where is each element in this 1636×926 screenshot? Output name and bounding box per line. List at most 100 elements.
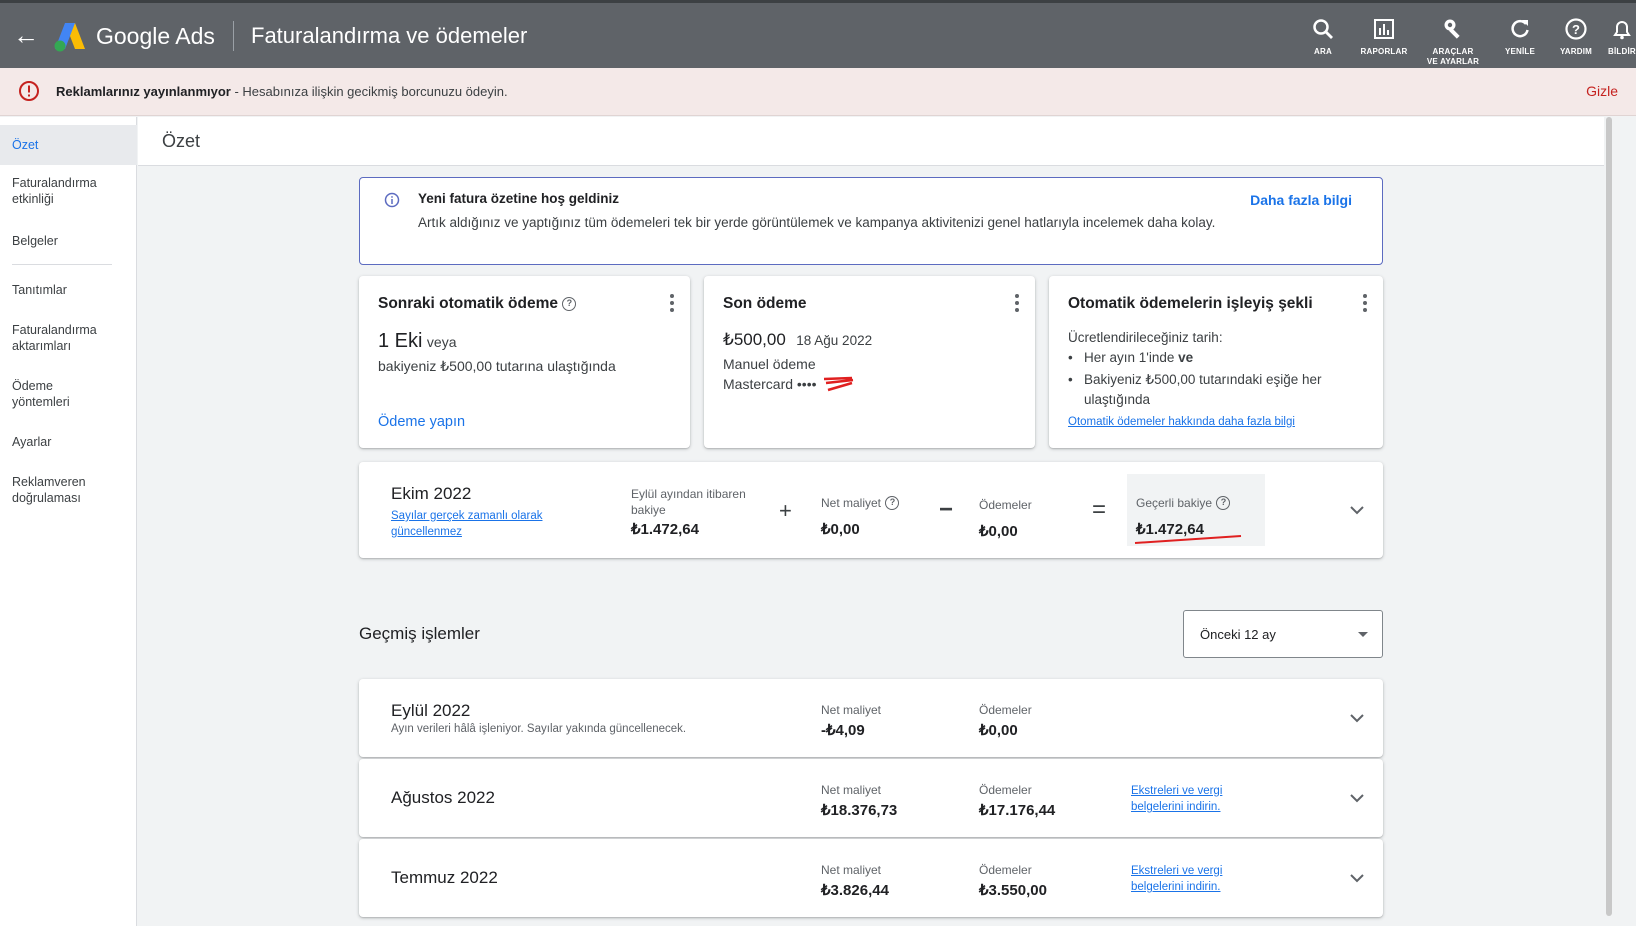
sidebar-nav: Özet Faturalandırma etkinliği Belgeler T… — [0, 117, 137, 926]
wrench-icon — [1444, 19, 1460, 39]
net-cost-label: Net maliyet — [821, 703, 882, 717]
brand-name: Google Ads — [96, 23, 215, 49]
sidebar-item-label: Ödeme — [12, 379, 53, 393]
download-statements-link[interactable]: Ekstreleri ve vergi belgelerini indirin. — [1131, 863, 1222, 895]
sidebar-item-billing-transfers[interactable]: Faturalandırma aktarımları — [0, 322, 109, 354]
question-circle-icon: ? — [1565, 18, 1587, 40]
more-options-icon[interactable] — [1013, 294, 1021, 314]
history-row[interactable]: Eylül 2022 Ayın verileri hâlâ işleniyor.… — [359, 679, 1383, 757]
welcome-info-banner: Yeni fatura özetine hoş geldiniz Artık a… — [359, 177, 1383, 265]
help-icon[interactable]: ? — [562, 296, 577, 311]
carryover-value: ₺1.472,64 — [631, 521, 699, 538]
bullet-threshold: • Bakiyeniz ₺500,00 tutarındaki eşiğe her… — [1068, 370, 1321, 410]
refresh-button[interactable]: YENİLE — [1500, 17, 1540, 57]
history-month: Temmuz 2022 — [391, 868, 498, 887]
history-net-cost: Net maliyet -₺4,09 — [821, 703, 881, 739]
download-link-line2[interactable]: belgelerini indirin. — [1131, 799, 1222, 815]
history-payments: Ödemeler ₺17.176,44 — [979, 783, 1055, 819]
net-cost-value: ₺0,00 — [821, 521, 860, 538]
threshold-text: bakiyeniz ₺500,00 tutarına ulaştığında — [378, 358, 616, 374]
net-cost-label: Net maliyet — [821, 496, 882, 510]
info-body: Artık aldığınız ve yaptığınız tüm ödemel… — [418, 215, 1216, 230]
card-number: Mastercard •••• — [723, 376, 817, 392]
tools-label-line1: ARAÇLAR — [1432, 47, 1474, 56]
next-payment-date-row: 1 Eki veya — [378, 330, 457, 353]
last-payment-card: Son ödeme ₺500,00 18 Ağu 2022 Manuel öde… — [704, 276, 1035, 448]
tools-settings-button[interactable]: ARAÇLAR VE AYARLAR — [1425, 17, 1481, 67]
chevron-down-icon[interactable] — [1347, 788, 1367, 808]
current-balance-label: Geçerli bakiye — [1136, 496, 1213, 510]
make-payment-link[interactable]: Ödeme yapın — [378, 414, 465, 430]
sidebar-item-summary[interactable]: Özet — [0, 125, 137, 165]
sidebar-item-label: Özet — [12, 138, 39, 152]
help-label: YARDIM — [1559, 47, 1593, 56]
download-link-line1[interactable]: Ekstreleri ve vergi — [1131, 863, 1222, 879]
sidebar-item-label: Faturalandırma — [12, 323, 97, 337]
info-icon — [384, 192, 400, 208]
notifications-label: BİLDİRİ — [1608, 47, 1636, 56]
alert-bold: Reklamlarınız yayınlanmıyor — [56, 84, 231, 99]
chevron-down-icon[interactable] — [1347, 868, 1367, 888]
learn-more-link[interactable]: Daha fazla bilgi — [1250, 192, 1352, 208]
history-row[interactable]: Ağustos 2022 Net maliyet ₺18.376,73 Ödem… — [359, 759, 1383, 837]
last-payment-date: 18 Ağu 2022 — [796, 333, 873, 348]
more-options-icon[interactable] — [668, 294, 676, 314]
current-balance-label-row: Geçerli bakiye ? — [1136, 494, 1231, 512]
sidebar-item-label: Belgeler — [12, 234, 58, 248]
card-number-text: Mastercard •••• — [723, 376, 817, 392]
reports-button[interactable]: RAPORLAR — [1356, 17, 1412, 57]
current-balance-box: Geçerli bakiye ? ₺1.472,64 — [1127, 474, 1265, 546]
current-month: Ekim 2022 — [391, 484, 472, 503]
notifications-button[interactable]: BİLDİRİ — [1606, 17, 1636, 57]
chevron-down-icon[interactable] — [1347, 708, 1367, 728]
help-button[interactable]: ? YARDIM — [1556, 17, 1596, 57]
reports-label: RAPORLAR — [1360, 47, 1408, 56]
download-statements-link[interactable]: Ekstreleri ve vergi belgelerini indirin. — [1131, 783, 1222, 815]
history-row[interactable]: Temmuz 2022 Net maliyet ₺3.826,44 Ödemel… — [359, 839, 1383, 917]
sidebar-item-billing-activity[interactable]: Faturalandırma etkinliği — [0, 175, 109, 207]
hide-alert-button[interactable]: Gizle — [1586, 83, 1618, 99]
date-range-value: Önceki 12 ay — [1200, 627, 1276, 642]
net-cost: Net maliyet ? ₺0,00 — [821, 494, 900, 538]
help-icon[interactable]: ? — [1216, 495, 1231, 510]
payments-label: Ödemeler — [979, 783, 1032, 797]
sidebar-item-advertiser-verification[interactable]: Reklamveren doğrulaması — [0, 474, 98, 506]
auto-payments-info-link[interactable]: Otomatik ödemeler hakkında daha fazla bi… — [1068, 416, 1295, 428]
download-link-line2[interactable]: belgelerini indirin. — [1131, 879, 1222, 895]
back-arrow-icon[interactable]: ← — [12, 21, 40, 49]
payments-value: ₺3.550,00 — [979, 882, 1047, 899]
help-icon[interactable]: ? — [885, 495, 900, 510]
bullet-monthly-bold: ve — [1178, 350, 1194, 365]
more-options-icon[interactable] — [1361, 294, 1369, 314]
download-link-line1[interactable]: Ekstreleri ve vergi — [1131, 783, 1222, 799]
sidebar-item-settings[interactable]: Ayarlar — [0, 434, 63, 450]
sidebar-item-label: aktarımları — [12, 339, 72, 353]
search-icon — [1313, 19, 1333, 39]
history-net-cost: Net maliyet ₺18.376,73 — [821, 783, 897, 819]
sidebar-item-promotions[interactable]: Tanıtımlar — [0, 282, 79, 298]
scrollbar-thumb[interactable] — [1606, 117, 1612, 916]
charge-date-intro: Ücretlendirileceğiniz tarih: — [1068, 330, 1223, 345]
reports-icon — [1374, 19, 1394, 39]
chevron-down-icon[interactable] — [1347, 500, 1367, 520]
realtime-note-line2[interactable]: güncellenmez — [391, 524, 542, 540]
realtime-note[interactable]: Sayılar gerçek zamanlı olarak güncellenm… — [391, 508, 542, 540]
card-title-text: Sonraki otomatik ödeme — [378, 295, 559, 312]
search-button[interactable]: ARA — [1306, 17, 1340, 57]
bullet-threshold-text-2: ulaştığında — [1084, 392, 1151, 407]
sidebar-item-label: doğrulaması — [12, 491, 81, 505]
title-divider — [233, 21, 234, 51]
dropdown-arrow-icon — [1358, 632, 1368, 637]
card-title: Son ödeme — [723, 295, 807, 312]
sidebar-item-label: yöntemleri — [12, 395, 70, 409]
how-it-works-card: Otomatik ödemelerin işleyiş şekli Ücretl… — [1049, 276, 1383, 448]
last-payment-amount: ₺500,00 — [723, 330, 786, 349]
alert-detail: - Hesabınıza ilişkin gecikmiş borcunuzu … — [230, 84, 508, 99]
sidebar-item-documents[interactable]: Belgeler — [0, 233, 70, 249]
next-payment-date: 1 Eki — [378, 330, 423, 352]
sidebar-item-payment-methods[interactable]: Ödeme yöntemleri — [0, 378, 82, 410]
realtime-note-line1[interactable]: Sayılar gerçek zamanlı olarak — [391, 508, 542, 524]
date-range-select[interactable]: Önceki 12 ay — [1183, 610, 1383, 658]
history-payments: Ödemeler ₺0,00 — [979, 703, 1032, 739]
page-title: Özet — [162, 131, 201, 151]
